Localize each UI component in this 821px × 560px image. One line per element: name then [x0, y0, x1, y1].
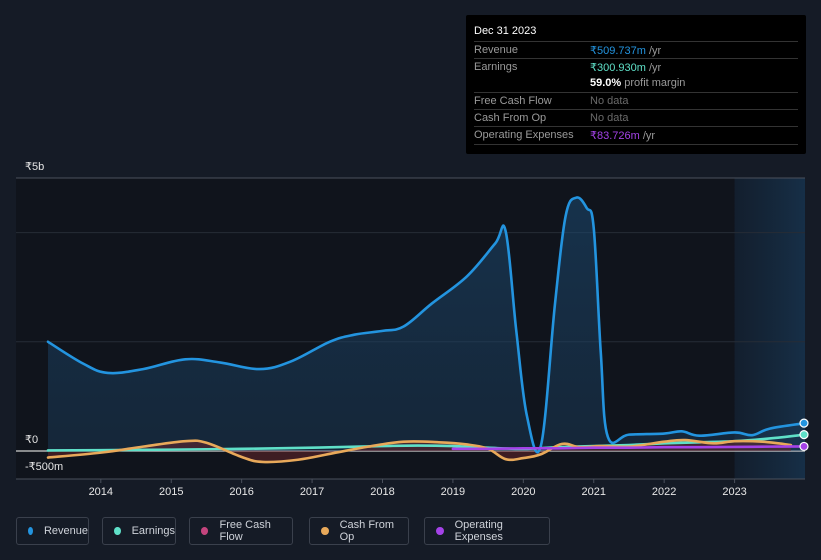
tooltip-row-margin: 59.0% profit margin: [474, 75, 798, 92]
tooltip-label: Operating Expenses: [474, 129, 574, 141]
tooltip-label: Free Cash Flow: [474, 95, 552, 107]
legend-dot-icon: [321, 527, 329, 535]
tooltip-row-revenue: Revenue ₹509.737m /yr: [474, 41, 798, 59]
x-tick-label: 2018: [370, 486, 394, 498]
tooltip-suffix: /yr: [645, 62, 662, 74]
x-tick-label: 2017: [300, 486, 324, 498]
tooltip-label: Earnings: [474, 61, 518, 73]
tooltip-panel: Dec 31 2023 Revenue ₹509.737m /yr Earnin…: [466, 15, 806, 154]
legend-item-free-cash-flow[interactable]: Free Cash Flow: [189, 517, 293, 545]
operating-expenses-endpoint: [799, 441, 809, 452]
x-tick-label: 2019: [441, 486, 465, 498]
tooltip-label: Cash From Op: [474, 112, 547, 124]
legend-label: Earnings: [131, 525, 175, 537]
x-tick-label: 2020: [511, 486, 535, 498]
legend-item-revenue[interactable]: Revenue: [16, 517, 89, 545]
tooltip-row-earnings: Earnings ₹300.930m /yr: [474, 58, 798, 76]
legend-label: Revenue: [43, 525, 88, 537]
legend-dot-icon: [114, 527, 121, 535]
tooltip-value: ₹83.726m: [590, 130, 640, 142]
y-tick-label: ₹0: [25, 434, 39, 446]
x-tick-label: 2023: [722, 486, 746, 498]
tooltip-date: Dec 31 2023: [474, 25, 537, 37]
y-tick-label: -₹500m: [25, 461, 64, 473]
tooltip-value: ₹300.930m: [590, 62, 646, 74]
tooltip-value: ₹509.737m: [590, 45, 646, 57]
tooltip-suffix: profit margin: [621, 77, 686, 89]
x-tick-label: 2022: [652, 486, 676, 498]
legend-label: Cash From Op: [339, 519, 394, 543]
tooltip-suffix: /yr: [645, 45, 662, 57]
x-tick-label: 2015: [159, 486, 183, 498]
legend-label: Operating Expenses: [454, 519, 503, 543]
legend-item-earnings[interactable]: Earnings: [102, 517, 176, 545]
legend-dot-icon: [436, 527, 444, 535]
legend-item-operating-expenses[interactable]: Operating Expenses: [424, 517, 550, 545]
tooltip-value: No data: [590, 112, 629, 124]
x-tick-label: 2014: [89, 486, 113, 498]
earnings-endpoint: [799, 430, 809, 440]
x-tick-label: 2016: [229, 486, 253, 498]
legend-item-cash-from-op[interactable]: Cash From Op: [309, 517, 409, 545]
legend-dot-icon: [28, 527, 33, 535]
tooltip-row-cfo: Cash From Op No data: [474, 109, 798, 127]
legend-dot-icon: [201, 527, 209, 535]
tooltip-value: 59.0%: [590, 77, 622, 89]
revenue-endpoint: [799, 418, 809, 428]
tooltip-suffix: /yr: [639, 130, 656, 142]
tooltip-value: No data: [590, 95, 629, 107]
y-tick-label: ₹5b: [25, 161, 45, 173]
legend-label: Free Cash Flow: [219, 519, 271, 543]
tooltip-row-fcf: Free Cash Flow No data: [474, 92, 798, 110]
x-tick-label: 2021: [582, 486, 606, 498]
tooltip-label: Revenue: [474, 44, 519, 56]
tooltip-row-opex: Operating Expenses ₹83.726m /yr: [474, 126, 798, 145]
